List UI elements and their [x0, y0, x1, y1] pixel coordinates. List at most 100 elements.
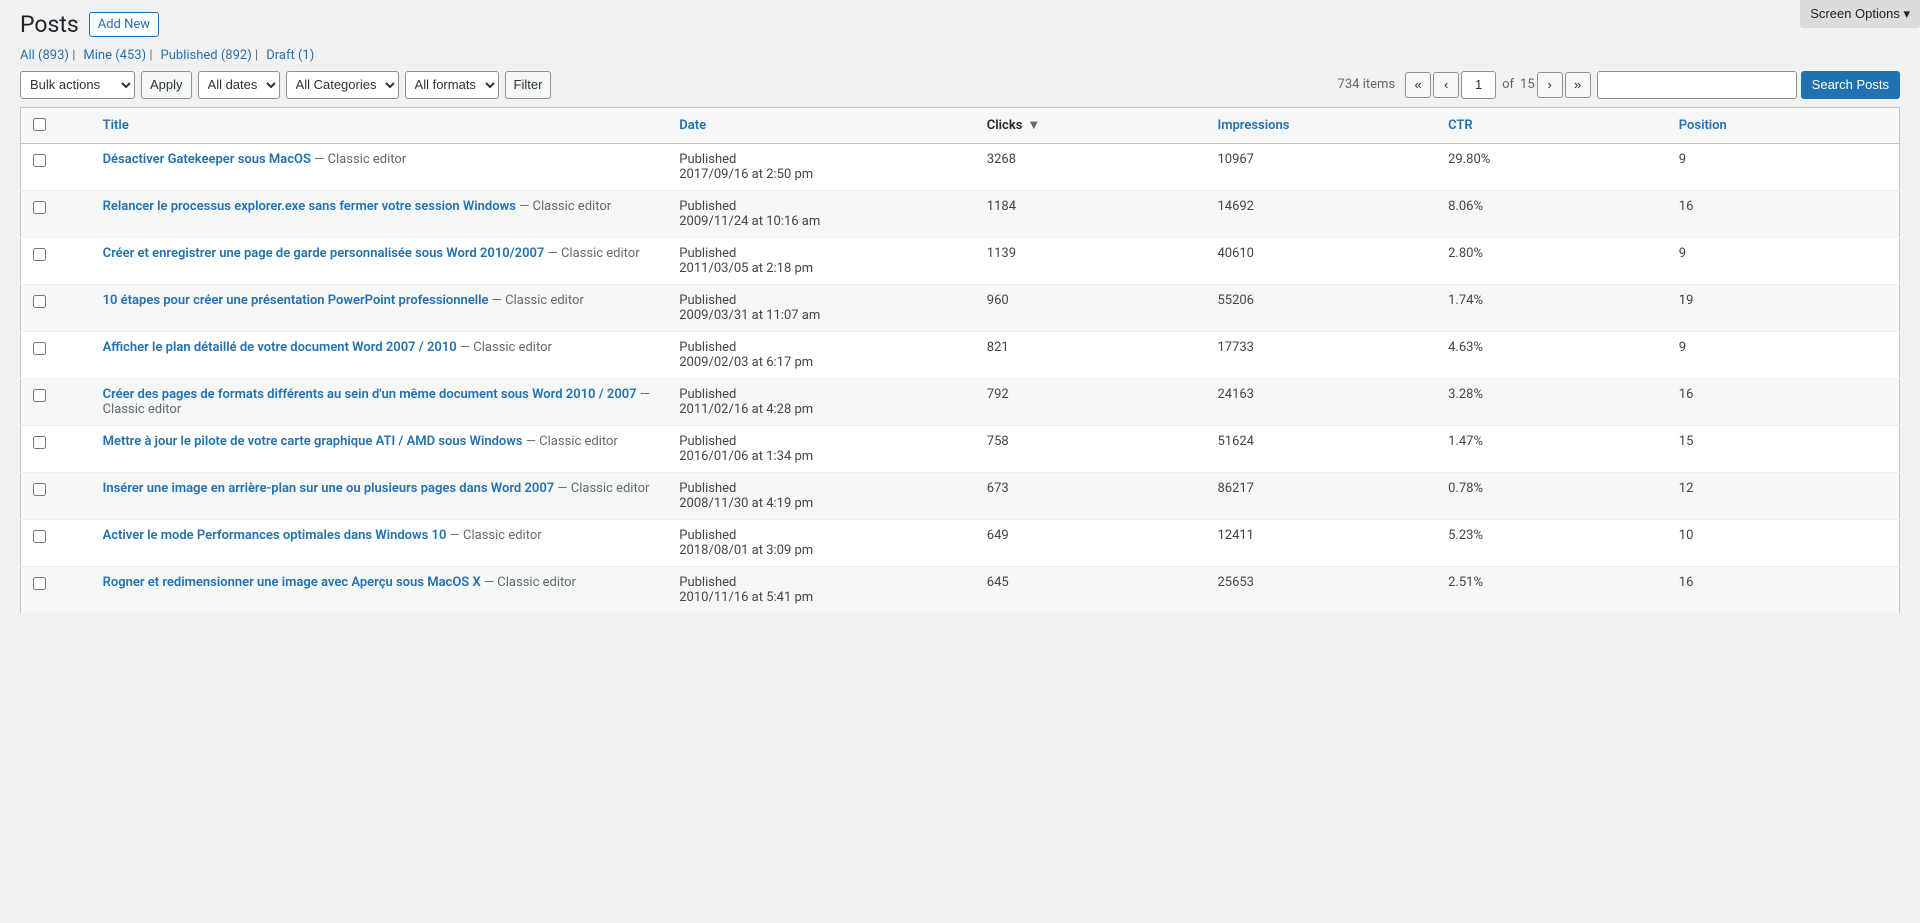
post-title-link[interactable]: 10 étapes pour créer une présentation Po…: [103, 293, 489, 308]
post-title-link[interactable]: Rogner et redimensionner une image avec …: [103, 575, 481, 590]
clicks-cell: 821: [977, 331, 1208, 378]
table-row: Créer des pages de formats différents au…: [21, 378, 1900, 425]
ctr-cell: 5.23%: [1438, 519, 1669, 566]
table-row: Insérer une image en arrière-plan sur un…: [21, 472, 1900, 519]
ctr-cell: 3.28%: [1438, 378, 1669, 425]
row-checkbox[interactable]: [33, 530, 46, 543]
position-cell: 9: [1669, 331, 1900, 378]
date-cell: Published 2008/11/30 at 4:19 pm: [669, 472, 977, 519]
row-checkbox[interactable]: [33, 201, 46, 214]
status-published: Published (892) |: [161, 48, 263, 63]
table-row: Rogner et redimensionner une image avec …: [21, 566, 1900, 613]
row-checkbox[interactable]: [33, 389, 46, 402]
position-sort-link[interactable]: Position: [1679, 118, 1727, 133]
row-checkbox-cell: [21, 519, 93, 566]
status-mine: Mine (453) |: [83, 48, 156, 63]
date-value: 2011/03/05 at 2:18 pm: [679, 261, 813, 276]
post-title-link[interactable]: Activer le mode Performances optimales d…: [103, 528, 447, 543]
search-posts-button[interactable]: Search Posts: [1801, 71, 1900, 99]
date-value: 2009/02/03 at 6:17 pm: [679, 355, 813, 370]
row-checkbox[interactable]: [33, 483, 46, 496]
title-sort-link[interactable]: Title: [103, 118, 129, 133]
status-all-link[interactable]: All (893): [20, 48, 72, 63]
ctr-cell: 4.63%: [1438, 331, 1669, 378]
date-status: Published: [679, 434, 736, 449]
row-checkbox-cell: [21, 472, 93, 519]
date-value: 2016/01/06 at 1:34 pm: [679, 449, 813, 464]
status-mine-link[interactable]: Mine (453): [83, 48, 149, 63]
ctr-cell: 2.51%: [1438, 566, 1669, 613]
row-checkbox[interactable]: [33, 154, 46, 167]
last-page-button[interactable]: »: [1565, 72, 1591, 98]
post-title-link[interactable]: Désactiver Gatekeeper sous MacOS: [103, 152, 311, 167]
page-title: Posts: [20, 10, 79, 40]
current-page-input[interactable]: [1461, 71, 1496, 99]
select-all-checkbox[interactable]: [33, 118, 46, 131]
category-filter-select[interactable]: All Categories: [286, 71, 399, 99]
date-status: Published: [679, 199, 736, 214]
row-checkbox[interactable]: [33, 577, 46, 590]
date-value: 2009/03/31 at 11:07 am: [679, 308, 820, 323]
post-title-link[interactable]: Créer et enregistrer une page de garde p…: [103, 246, 545, 261]
bulk-actions-select[interactable]: Bulk actions Edit Move to Trash: [20, 71, 135, 99]
filter-button[interactable]: Filter: [505, 71, 552, 99]
title-cell: Afficher le plan détaillé de votre docum…: [93, 331, 670, 378]
date-value: 2010/11/16 at 5:41 pm: [679, 590, 813, 605]
title-cell: Créer des pages de formats différents au…: [93, 378, 670, 425]
posts-table: Title Date Clicks ▼ Impressions: [20, 107, 1900, 614]
search-input[interactable]: [1597, 71, 1797, 99]
impressions-cell: 10967: [1207, 143, 1438, 190]
title-cell: Activer le mode Performances optimales d…: [93, 519, 670, 566]
post-title-link[interactable]: Mettre à jour le pilote de votre carte g…: [103, 434, 523, 449]
next-page-button[interactable]: ›: [1537, 72, 1563, 98]
row-checkbox[interactable]: [33, 342, 46, 355]
table-row: Afficher le plan détaillé de votre docum…: [21, 331, 1900, 378]
format-filter-select[interactable]: All formats: [405, 71, 499, 99]
impressions-sort-link[interactable]: Impressions: [1217, 118, 1289, 133]
date-filter-select[interactable]: All dates: [198, 71, 280, 99]
impressions-cell: 86217: [1207, 472, 1438, 519]
editor-label: — Classic editor: [492, 293, 584, 308]
impressions-cell: 17733: [1207, 331, 1438, 378]
ctr-sort-link[interactable]: CTR: [1448, 118, 1473, 133]
row-checkbox-cell: [21, 143, 93, 190]
impressions-column-header: Impressions: [1207, 107, 1438, 143]
first-page-button[interactable]: «: [1405, 72, 1431, 98]
title-cell: 10 étapes pour créer une présentation Po…: [93, 284, 670, 331]
clicks-sort-link[interactable]: Clicks ▼: [987, 117, 1040, 133]
impressions-cell: 14692: [1207, 190, 1438, 237]
position-cell: 16: [1669, 378, 1900, 425]
prev-page-button[interactable]: ‹: [1433, 72, 1459, 98]
post-title-link[interactable]: Insérer une image en arrière-plan sur un…: [103, 481, 555, 496]
status-draft: Draft (1): [266, 48, 314, 63]
date-sort-link[interactable]: Date: [679, 118, 706, 133]
post-title-link[interactable]: Relancer le processus explorer.exe sans …: [103, 199, 516, 214]
post-title-link[interactable]: Afficher le plan détaillé de votre docum…: [103, 340, 457, 355]
date-status: Published: [679, 152, 736, 167]
row-checkbox-cell: [21, 331, 93, 378]
row-checkbox[interactable]: [33, 295, 46, 308]
select-all-column: [21, 107, 93, 143]
ctr-cell: 1.47%: [1438, 425, 1669, 472]
date-value: 2011/02/16 at 4:28 pm: [679, 402, 813, 417]
row-checkbox[interactable]: [33, 248, 46, 261]
screen-options-button[interactable]: Screen Options ▾: [1800, 0, 1920, 28]
post-title-link[interactable]: Créer des pages de formats différents au…: [103, 387, 637, 402]
row-checkbox-cell: [21, 378, 93, 425]
table-row: Relancer le processus explorer.exe sans …: [21, 190, 1900, 237]
table-row: Désactiver Gatekeeper sous MacOS — Class…: [21, 143, 1900, 190]
date-cell: Published 2018/08/01 at 3:09 pm: [669, 519, 977, 566]
status-all: All (893) |: [20, 48, 79, 63]
impressions-cell: 25653: [1207, 566, 1438, 613]
add-new-button[interactable]: Add New: [89, 12, 159, 37]
row-checkbox[interactable]: [33, 436, 46, 449]
editor-label: — Classic editor: [460, 340, 552, 355]
date-cell: Published 2009/03/31 at 11:07 am: [669, 284, 977, 331]
main-wrap: Posts Add New All (893) | Mine (453) | P…: [0, 0, 1920, 923]
apply-button[interactable]: Apply: [141, 71, 192, 99]
impressions-cell: 51624: [1207, 425, 1438, 472]
status-published-link[interactable]: Published (892): [161, 48, 255, 63]
impressions-cell: 55206: [1207, 284, 1438, 331]
editor-label: — Classic editor: [557, 481, 649, 496]
status-draft-link[interactable]: Draft (1): [266, 48, 314, 63]
